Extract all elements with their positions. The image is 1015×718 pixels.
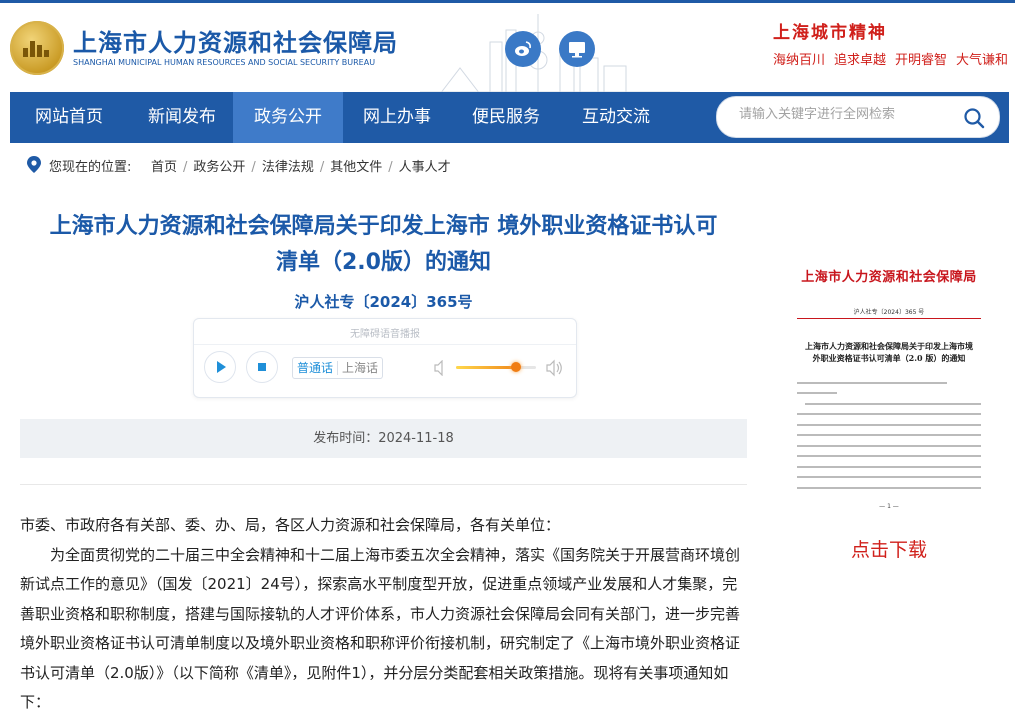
search-box [716,96,1000,138]
breadcrumb-laws[interactable]: 法律法规 [262,160,314,175]
publish-time: 发布时间：2024-11-18 [20,419,747,458]
lang-mandarin[interactable]: 普通话 [293,361,337,375]
skyline-decoration-icon [420,14,680,94]
document-number: 沪人社专〔2024〕365号 [294,293,473,311]
article-body: 市委、市政府各有关部、委、办、局，各区人力资源和社会保障局，各有关单位： 为全面… [20,511,747,718]
audio-player: 无障碍语音播报 普通话 上海话 [193,318,577,398]
spirit-item: 开明睿智 [895,53,948,68]
player-title: 无障碍语音播报 [194,325,576,345]
preview-title: 上海市人力资源和社会保障局关于印发上海市境外职业资格证书认可清单（2.0 版）的… [805,341,973,363]
preview-page-number: — 1 — [879,503,899,510]
article-title-line2: 清单（2.0版）的通知 [276,250,491,275]
nav-item-interaction[interactable]: 互动交流 [561,92,671,143]
city-spirit-items: 海纳百川 追求卓越 开明睿智 大气谦和 [773,49,1015,68]
document-preview[interactable]: 上海市人力资源和社会保障局 沪人社专〔2024〕365 号 上海市人力资源和社会… [789,250,989,520]
volume-slider[interactable] [456,362,536,372]
preview-letterhead: 上海市人力资源和社会保障局 [801,270,977,285]
search-icon[interactable] [963,107,985,129]
search-input[interactable] [737,106,961,123]
volume-slider-knob[interactable] [511,362,521,372]
site-name-cn[interactable]: 上海市人力资源和社会保障局 [73,23,398,58]
nav-item-home[interactable]: 网站首页 [10,92,128,143]
content-divider [20,484,747,485]
desktop-button[interactable] [559,31,595,67]
stop-button[interactable] [246,351,278,383]
article-salutation: 市委、市政府各有关部、委、办、局，各区人力资源和社会保障局，各有关单位： [20,516,561,534]
breadcrumb-home[interactable]: 首页 [151,160,177,175]
lang-shanghainese[interactable]: 上海话 [337,361,383,375]
article-paragraph: 为全面贯彻党的二十届三中全会精神和十二届上海市委五次全会精神，落实《国务院关于开… [20,545,741,712]
volume-low-icon[interactable] [434,360,448,376]
download-link[interactable]: 点击下载 [789,535,989,562]
weibo-icon [515,41,531,56]
spirit-item: 追求卓越 [834,53,887,68]
breadcrumb-other-docs[interactable]: 其他文件 [330,160,382,175]
location-pin-icon [27,156,41,173]
preview-red-rule [797,318,981,319]
breadcrumb-gov-affairs[interactable]: 政务公开 [193,160,245,175]
preview-text-lines [797,380,981,496]
weibo-button[interactable] [505,31,541,67]
monitor-icon [569,42,585,58]
play-button[interactable] [204,351,236,383]
article-title: 上海市人力资源和社会保障局关于印发上海市 境外职业资格证书认可 清单（2.0版）… [20,209,747,281]
site-name-en: SHANGHAI MUNICIPAL HUMAN RESOURCES AND S… [73,58,376,67]
volume-high-icon[interactable] [546,359,564,377]
volume-slider-fill [456,366,516,369]
nav-item-news[interactable]: 新闻发布 [128,92,236,143]
preview-doc-number: 沪人社专〔2024〕365 号 [853,309,925,316]
nav-item-gov-affairs[interactable]: 政务公开 [233,92,343,143]
article-title-line1: 上海市人力资源和社会保障局关于印发上海市 境外职业资格证书认可 [49,214,718,239]
breadcrumb-personnel[interactable]: 人事人才 [399,160,451,175]
nav-item-online-services[interactable]: 网上办事 [343,92,451,143]
language-switch: 普通话 上海话 [292,357,384,379]
play-icon [217,361,226,373]
breadcrumb-label: 您现在的位置: [49,160,132,175]
stop-icon [258,363,266,371]
spirit-item: 海纳百川 [773,53,826,68]
bureau-logo-icon[interactable] [10,21,64,75]
nav-item-convenience[interactable]: 便民服务 [451,92,561,143]
city-spirit-title: 上海城市精神 [773,23,887,43]
spirit-item: 大气谦和 [956,53,1009,68]
site-header: 上海市人力资源和社会保障局 SHANGHAI MUNICIPAL HUMAN R… [0,3,1015,94]
